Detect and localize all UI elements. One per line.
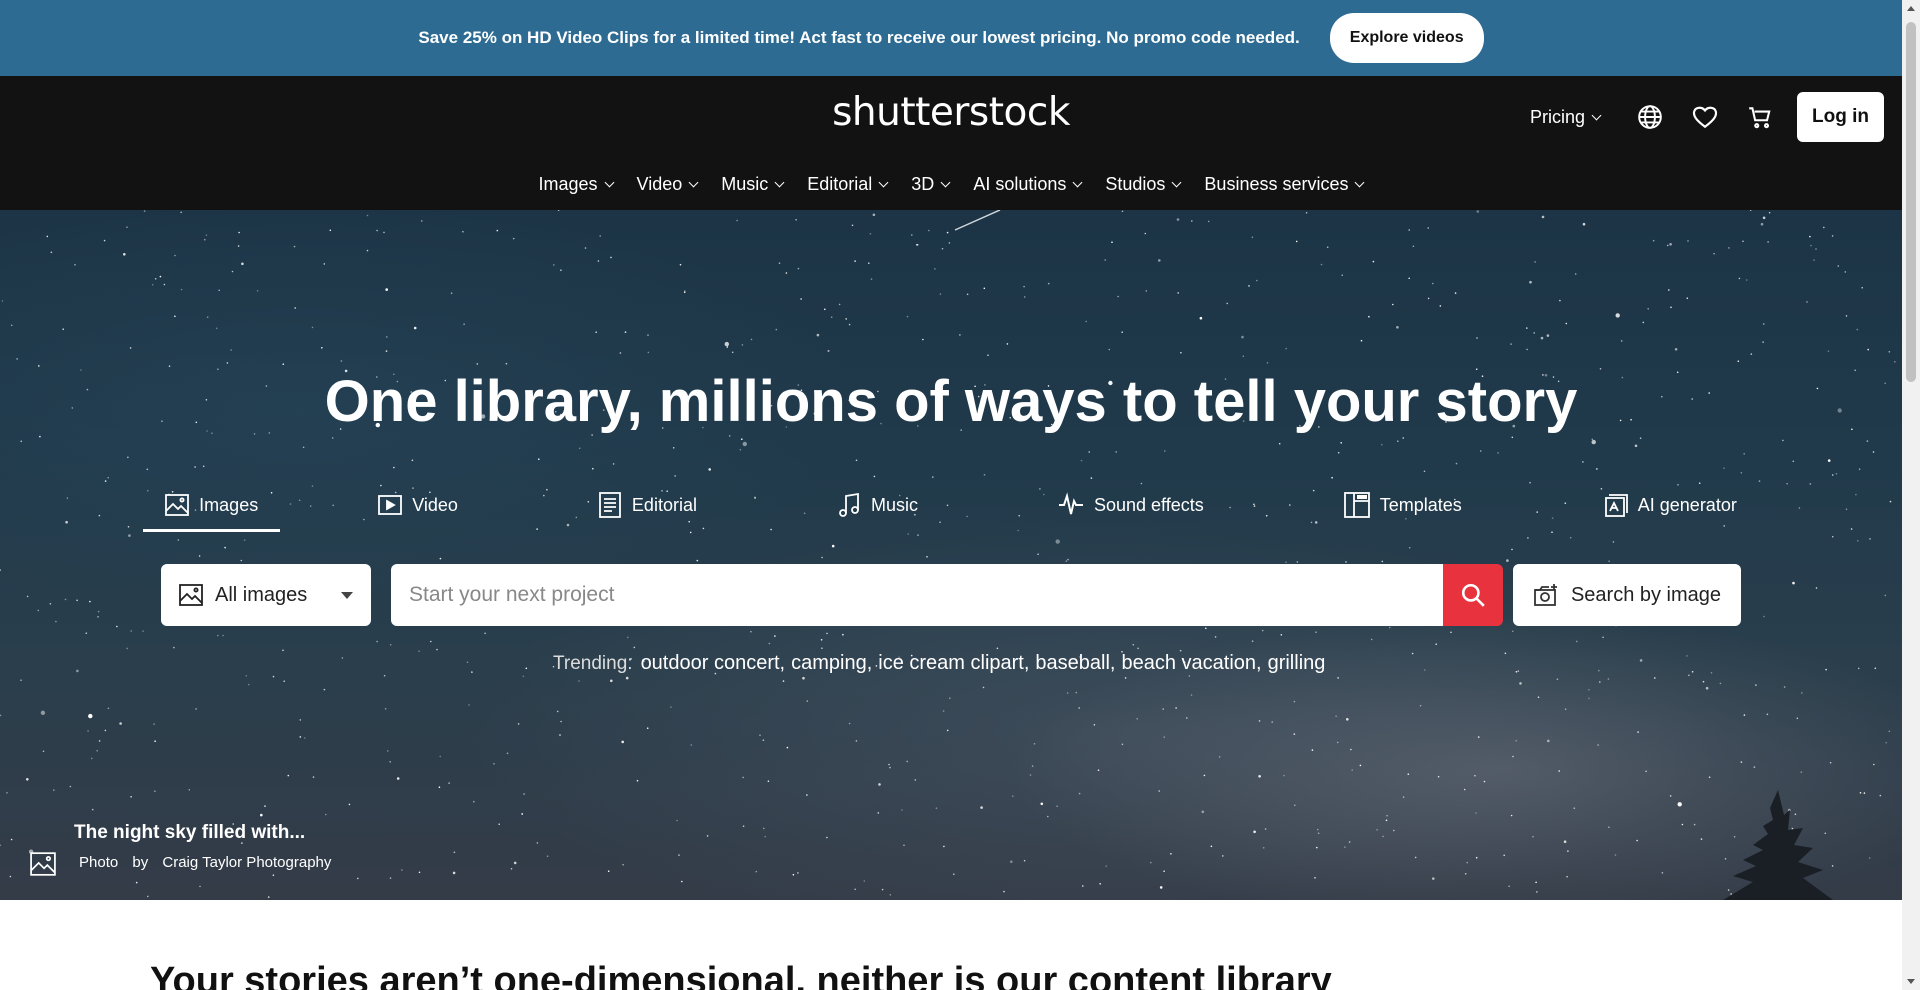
nav-label: Business services	[1204, 173, 1349, 194]
chevron-down-icon	[878, 177, 889, 187]
editorial-icon	[599, 492, 621, 518]
tab-sound-effects[interactable]: Sound effects	[1036, 480, 1226, 530]
chevron-down-icon	[1355, 177, 1365, 187]
globe-icon[interactable]	[1622, 92, 1677, 142]
trending-link[interactable]: grilling	[1268, 652, 1326, 675]
search-button[interactable]	[1443, 564, 1503, 626]
chevron-down-icon	[940, 177, 951, 187]
video-icon	[378, 495, 403, 515]
search-by-image-label: Search by image	[1570, 583, 1722, 606]
nav-label: 3D	[911, 173, 935, 194]
site-header: shutterstock Pricing Log in Images Video…	[0, 76, 1902, 210]
trending-link[interactable]: beach vacation,	[1121, 652, 1261, 675]
nav-item-business-services[interactable]: Business services	[1192, 171, 1375, 197]
pricing-label: Pricing	[1529, 106, 1586, 127]
chevron-down-icon	[604, 177, 614, 187]
image-icon	[165, 494, 190, 516]
scroll-up-arrow-icon[interactable]	[1907, 6, 1915, 11]
tab-label: Editorial	[631, 494, 697, 515]
nav-label: AI solutions	[973, 173, 1067, 194]
trending-searches: Trending: outdoor concert, camping, ice …	[553, 652, 1325, 675]
tab-video[interactable]: Video	[356, 480, 480, 530]
hero-section: One library, millions of ways to tell yo…	[0, 210, 1902, 900]
nav-label: Images	[538, 173, 598, 194]
scrollbar-thumb[interactable]	[1906, 22, 1916, 382]
section-heading: Your stories aren’t one-dimensional, nei…	[150, 960, 1332, 990]
search-bar: All images Search by image	[161, 564, 1741, 626]
cart-icon[interactable]	[1732, 92, 1787, 142]
nav-label: Video	[636, 173, 683, 194]
chevron-down-icon	[1072, 177, 1083, 187]
image-icon	[30, 852, 56, 876]
camera-plus-icon	[1534, 584, 1557, 606]
trending-label: Trending:	[553, 653, 633, 674]
tab-label: Sound effects	[1093, 494, 1204, 515]
tab-label: Music	[870, 494, 918, 515]
heart-icon[interactable]	[1677, 92, 1732, 142]
image-icon	[179, 584, 203, 606]
search-by-image-button[interactable]: Search by image	[1513, 564, 1741, 626]
chevron-down-icon	[1171, 177, 1182, 187]
chevron-down-icon	[774, 177, 785, 187]
templates-icon	[1343, 492, 1370, 518]
nav-label: Editorial	[807, 173, 873, 194]
media-type-tabs: Images Video Editorial Music Sound effec…	[0, 480, 1902, 532]
search-icon	[1461, 583, 1485, 607]
main-nav: Images Video Music Editorial 3D AI solut…	[0, 171, 1902, 197]
nav-item-editorial[interactable]: Editorial	[795, 171, 899, 197]
scroll-down-arrow-icon[interactable]	[1907, 979, 1915, 984]
chevron-down-icon	[1591, 110, 1602, 120]
trending-link[interactable]: ice cream clipart,	[878, 652, 1029, 675]
nav-item-3d[interactable]: 3D	[899, 171, 961, 197]
photo-credit: The night sky filled with... Photo by Cr…	[30, 822, 341, 876]
tree-silhouette	[1723, 790, 1833, 900]
search-type-value: All images	[215, 583, 308, 606]
waveform-icon	[1058, 492, 1083, 515]
nav-item-images[interactable]: Images	[527, 171, 625, 197]
trending-link[interactable]: outdoor concert,	[641, 652, 786, 675]
photo-attribution: Photo by Craig Taylor Photography	[79, 854, 341, 871]
tab-music[interactable]: Music	[815, 480, 940, 530]
page-scrollbar[interactable]	[1902, 0, 1920, 990]
promo-text: Save 25% on HD Video Clips for a limited…	[418, 28, 1300, 47]
starry-sky-background	[0, 210, 1896, 898]
search-type-select[interactable]: All images	[161, 564, 371, 626]
tab-images[interactable]: Images	[143, 480, 281, 532]
nav-item-studios[interactable]: Studios	[1093, 171, 1192, 197]
caret-down-icon	[341, 591, 353, 599]
nav-item-music[interactable]: Music	[709, 171, 795, 197]
photo-author-link[interactable]: Craig Taylor Photography	[162, 854, 331, 871]
login-button[interactable]: Log in	[1797, 92, 1884, 142]
tab-label: Images	[199, 494, 259, 515]
trending-link[interactable]: camping,	[791, 652, 872, 675]
tab-label: Video	[412, 494, 458, 515]
nav-label: Music	[721, 173, 769, 194]
pricing-menu[interactable]: Pricing	[1529, 106, 1602, 128]
nav-label: Studios	[1105, 173, 1166, 194]
photo-title[interactable]: The night sky filled with...	[74, 822, 341, 844]
nav-item-ai-solutions[interactable]: AI solutions	[961, 171, 1093, 197]
tab-label: Templates	[1379, 494, 1462, 515]
tab-templates[interactable]: Templates	[1322, 480, 1484, 530]
music-note-icon	[839, 492, 859, 517]
tab-ai-generator[interactable]: AI generator	[1580, 480, 1759, 530]
promo-banner: Save 25% on HD Video Clips for a limited…	[0, 0, 1902, 76]
explore-videos-button[interactable]: Explore videos	[1329, 13, 1484, 63]
tab-editorial[interactable]: Editorial	[576, 480, 719, 530]
header-actions: Pricing Log in	[1530, 92, 1884, 142]
nav-item-video[interactable]: Video	[625, 171, 710, 197]
search-input[interactable]	[391, 564, 1443, 626]
tab-label: AI generator	[1637, 494, 1737, 515]
chevron-down-icon	[688, 177, 699, 187]
photo-type: Photo	[79, 854, 119, 871]
ai-generator-icon	[1604, 494, 1628, 517]
trending-link[interactable]: baseball,	[1035, 652, 1115, 675]
photo-by: by	[132, 854, 149, 871]
hero-title: One library, millions of ways to tell yo…	[324, 369, 1578, 434]
